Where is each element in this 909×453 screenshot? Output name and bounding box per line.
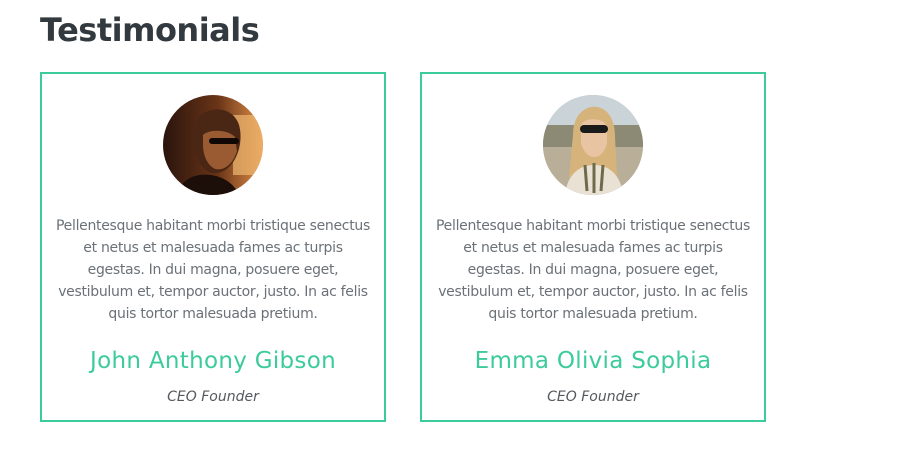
testimonial-card: Pellentesque habitant morbi tristique se… xyxy=(420,72,766,422)
avatar xyxy=(543,95,643,195)
avatar xyxy=(163,95,263,195)
testimonial-quote: Pellentesque habitant morbi tristique se… xyxy=(436,218,750,322)
testimonial-card: Pellentesque habitant morbi tristique se… xyxy=(40,72,386,422)
woman-portrait-photo-icon xyxy=(543,95,643,195)
testimonial-name: John Anthony Gibson xyxy=(90,348,336,374)
testimonial-name: Emma Olivia Sophia xyxy=(474,348,712,374)
section-title: Testimonials xyxy=(40,11,260,49)
testimonial-role: CEO Founder xyxy=(167,389,259,405)
testimonial-role: CEO Founder xyxy=(547,389,639,405)
testimonial-quote: Pellentesque habitant morbi tristique se… xyxy=(56,218,370,322)
man-portrait-photo-icon xyxy=(163,95,263,195)
